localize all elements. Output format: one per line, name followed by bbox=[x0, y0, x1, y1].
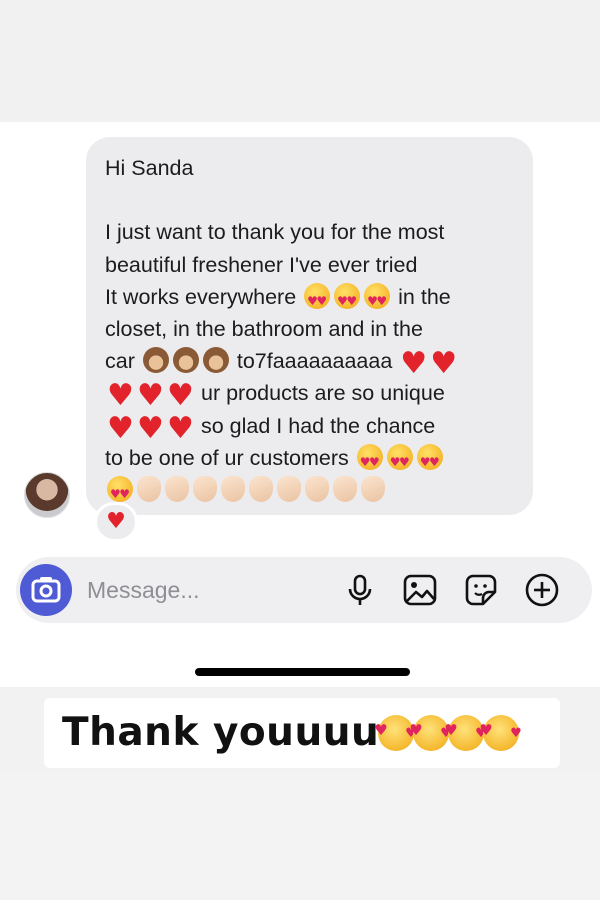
heart-eyes-emoji-icon bbox=[107, 476, 133, 510]
clapping-hands-icon bbox=[221, 476, 245, 503]
red-heart-icon: ♥ bbox=[107, 410, 134, 446]
see-no-evil-monkey-icon bbox=[202, 347, 229, 374]
heart-eyes-emoji-icon bbox=[334, 282, 361, 317]
message-bubble[interactable]: Hi Sanda I just want to thank you for th… bbox=[86, 137, 533, 515]
message-line: car bbox=[105, 349, 135, 374]
red-heart-icon: ♥ bbox=[137, 378, 164, 414]
message-line: to7faaaaaaaaaa bbox=[236, 349, 393, 374]
heart-eyes-emoji-icon bbox=[356, 443, 383, 478]
clapping-hands-icon bbox=[193, 476, 217, 503]
microphone-icon[interactable] bbox=[342, 572, 378, 608]
see-no-evil-monkey-icon bbox=[172, 347, 199, 374]
heart-eyes-emoji-icon bbox=[386, 443, 413, 478]
camera-icon bbox=[31, 577, 61, 603]
camera-button[interactable] bbox=[20, 564, 72, 616]
message-composer bbox=[16, 557, 592, 623]
message-line: It works everywhere bbox=[105, 284, 297, 309]
heart-eyes-emoji-icon bbox=[416, 443, 443, 478]
message-line: closet, in the bathroom and in the bbox=[105, 317, 423, 342]
bottom-area bbox=[0, 770, 600, 900]
caption-sticker: Thank youuuu bbox=[44, 698, 560, 768]
message-line: in the bbox=[398, 284, 451, 309]
clapping-hands-icon bbox=[137, 476, 161, 503]
red-heart-icon: ♥ bbox=[137, 410, 164, 446]
message-line: I just want to thank you for the most bbox=[105, 220, 445, 245]
heart-eyes-emoji-icon bbox=[364, 282, 391, 317]
heart-reaction-icon[interactable]: ♥ bbox=[94, 502, 138, 542]
heart-eyes-emoji-icon bbox=[304, 282, 331, 317]
red-heart-icon: ♥ bbox=[167, 378, 194, 414]
message-line: to be one of ur customers bbox=[105, 445, 349, 470]
clapping-hands-icon bbox=[305, 476, 329, 503]
message-text: Hi Sanda I just want to thank you for th… bbox=[105, 152, 515, 510]
sticker-icon[interactable] bbox=[463, 572, 499, 608]
message-line: so glad I had the chance bbox=[200, 413, 436, 438]
home-indicator bbox=[195, 668, 410, 676]
sender-avatar[interactable] bbox=[24, 472, 70, 518]
clapping-hands-icon bbox=[277, 476, 301, 503]
see-no-evil-monkey-icon bbox=[142, 347, 169, 374]
top-band bbox=[0, 0, 600, 122]
message-line: Hi Sanda bbox=[105, 156, 194, 180]
red-heart-icon: ♥ bbox=[167, 410, 194, 446]
smiling-face-with-hearts-icon bbox=[479, 708, 522, 756]
clapping-hands-icon bbox=[361, 476, 385, 503]
clapping-hands-icon bbox=[165, 476, 189, 503]
clapping-hands-icon bbox=[249, 476, 273, 503]
clapping-hands-icon bbox=[333, 476, 357, 503]
message-line: beautiful freshener I've ever tried bbox=[105, 252, 418, 277]
message-input[interactable] bbox=[87, 576, 327, 604]
caption-label: Thank youuuu bbox=[62, 710, 380, 755]
caption-text: Thank youuuu bbox=[62, 708, 522, 756]
red-heart-icon: ♥ bbox=[107, 378, 134, 414]
gallery-icon[interactable] bbox=[402, 572, 438, 608]
red-heart-icon: ♥ bbox=[430, 346, 458, 382]
message-line: ur products are so unique bbox=[200, 381, 445, 406]
red-heart-icon: ♥ bbox=[400, 346, 428, 382]
add-icon[interactable] bbox=[524, 572, 560, 608]
